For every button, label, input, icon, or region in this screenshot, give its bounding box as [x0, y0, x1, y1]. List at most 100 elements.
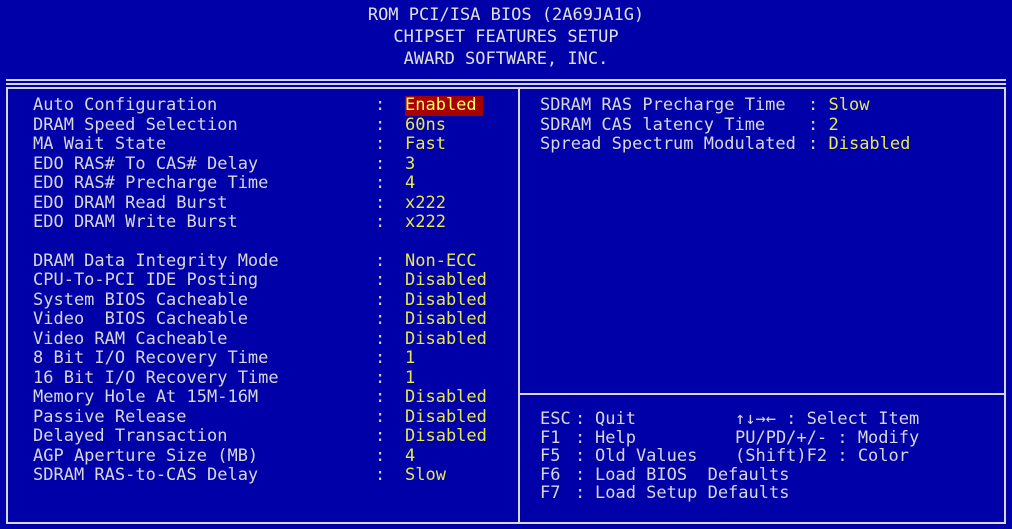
setting-separator: :	[808, 95, 829, 115]
setting-separator: :	[375, 406, 386, 427]
setting-value[interactable]: 60ns	[405, 115, 446, 136]
setting-row-video-bios-cacheable[interactable]: Video BIOS Cacheable: Disabled	[33, 309, 513, 330]
setting-separator: :	[375, 153, 386, 174]
setting-row-16-bit-i-o-recovery-time[interactable]: 16 Bit I/O Recovery Time:1	[33, 367, 513, 389]
setting-label: Video RAM Cacheable	[33, 328, 228, 349]
help-key: F7	[540, 483, 561, 503]
setting-row-sdram-ras-to-cas-delay[interactable]: SDRAM RAS-to-CAS Delay: Slow	[33, 465, 513, 486]
key-help-panel: ESC: Quit ↑↓→← : Select Item F1: Help PU/PD/+…	[540, 410, 1000, 503]
setting-label: 16 Bit I/O Recovery Time	[33, 367, 279, 388]
setting-row-edo-ras-precharge-time[interactable]: EDO RAS# Precharge Time:4	[33, 173, 513, 194]
setting-label: DRAM Speed Selection	[33, 114, 238, 135]
help-row-f7: F7: Load Setup Defaults	[540, 484, 1000, 503]
setting-label: Auto Configuration	[33, 95, 218, 115]
setting-row-8-bit-i-o-recovery-time[interactable]: 8 Bit I/O Recovery Time:1	[33, 348, 513, 369]
setting-label: Delayed Transaction	[33, 426, 228, 446]
setting-value[interactable]: 4	[405, 173, 415, 194]
setting-separator: :	[375, 445, 386, 466]
setting-label: 8 Bit I/O Recovery Time	[33, 348, 269, 368]
help-key: F6	[540, 464, 561, 485]
setting-value[interactable]: Disabled	[405, 309, 487, 330]
setting-separator: :	[375, 173, 386, 193]
setting-value[interactable]: 4	[405, 446, 415, 467]
setting-value[interactable]: x222	[405, 212, 446, 233]
setting-label: MA Wait State	[33, 134, 167, 154]
setting-row-sdram-cas-latency-time[interactable]: SDRAM CAS latency Time: 2	[540, 114, 1000, 136]
setting-separator: :	[375, 309, 386, 329]
help-key: F1	[540, 427, 561, 448]
setting-label: Passive Release	[33, 406, 187, 427]
setting-value[interactable]: Disabled	[405, 426, 487, 447]
vendor-name: AWARD SOFTWARE, INC.	[403, 49, 609, 69]
setting-label: System BIOS Cacheable	[33, 289, 248, 310]
setting-row-dram-data-integrity-mode[interactable]: DRAM Data Integrity Mode: Non-ECC	[33, 250, 513, 272]
setting-value[interactable]: Slow	[828, 95, 869, 116]
help-separator: :	[575, 427, 586, 448]
setting-value[interactable]: Disabled	[405, 270, 487, 291]
setting-label: AGP Aperture Size (MB)	[33, 445, 259, 466]
setting-row-delayed-transaction[interactable]: Delayed Transaction: Disabled	[33, 426, 513, 447]
setting-row-system-bios-cacheable[interactable]: System BIOS Cacheable: Disabled	[33, 289, 513, 311]
setting-row-edo-ras-to-cas-delay[interactable]: EDO RAS# To CAS# Delay:3	[33, 153, 513, 175]
setting-row-auto-configuration[interactable]: Auto Configuration: Enabled	[33, 95, 513, 116]
setting-value[interactable]: Disabled	[405, 407, 487, 428]
setting-row-sdram-ras-precharge-time[interactable]: SDRAM RAS Precharge Time: Slow	[540, 95, 1000, 116]
settings-group-misc: DRAM Data Integrity Mode: Non-ECC CPU-To-P…	[33, 250, 513, 486]
setting-row-passive-release[interactable]: Passive Release: Disabled	[33, 406, 513, 428]
setting-label: CPU-To-PCI IDE Posting	[33, 270, 259, 290]
help-shortcut-hint: PU/PD/+/- : Modify	[735, 427, 920, 448]
setting-row-memory-hole-at-15m-16m[interactable]: Memory Hole At 15M-16M: Disabled	[33, 387, 513, 408]
setting-separator: :	[375, 387, 386, 407]
setting-label: Spread Spectrum Modulated	[540, 134, 796, 154]
setting-value[interactable]: Non-ECC	[405, 251, 477, 272]
setting-row-agp-aperture-size-mb[interactable]: AGP Aperture Size (MB):4	[33, 445, 513, 467]
setting-separator: :	[375, 192, 386, 213]
setting-separator: :	[808, 114, 829, 135]
setting-label: SDRAM CAS latency Time	[540, 114, 766, 135]
bios-title: ROM PCI/ISA BIOS (2A69JA1G)	[367, 5, 645, 25]
setting-row-edo-dram-write-burst[interactable]: EDO DRAM Write Burst: x222	[33, 212, 513, 233]
help-description: Load Setup Defaults	[595, 483, 790, 503]
setting-value[interactable]: x222	[405, 193, 446, 214]
setting-separator: :	[375, 270, 386, 290]
header-divider	[6, 79, 1006, 81]
setting-separator: :	[375, 250, 386, 271]
setting-separator: :	[375, 348, 386, 368]
help-row-f5: F5: Old Values (Shift)F2 : Color	[540, 447, 1000, 466]
setting-value[interactable]: Disabled	[405, 290, 487, 311]
help-key: ESC	[540, 409, 571, 429]
setting-value[interactable]: Slow	[405, 465, 446, 486]
setting-value[interactable]: 1	[405, 348, 415, 369]
setting-separator: :	[375, 328, 386, 349]
setting-row-dram-speed-selection[interactable]: DRAM Speed Selection:60ns	[33, 114, 513, 136]
setting-label: EDO DRAM Write Burst	[33, 212, 238, 232]
help-key: F5	[540, 446, 561, 466]
setting-separator: :	[375, 367, 386, 388]
setting-row-ma-wait-state[interactable]: MA Wait State: Fast	[33, 134, 513, 155]
bios-screen: ROM PCI/ISA BIOS (2A69JA1G) CHIPSET FEAT…	[0, 0, 1012, 529]
setting-separator: :	[375, 134, 386, 154]
help-description: Load BIOS Defaults	[595, 464, 790, 485]
setting-value[interactable]: 1	[405, 368, 415, 389]
right-settings-column: SDRAM RAS Precharge Time: Slow SDRAM CAS …	[540, 95, 1000, 155]
setting-row-edo-dram-read-burst[interactable]: EDO DRAM Read Burst: x222	[33, 192, 513, 214]
setting-value[interactable]: Disabled	[405, 387, 487, 408]
header-divider-double	[6, 83, 1006, 85]
settings-group-dram: Auto Configuration: Enabled DRAM Speed Sel…	[33, 95, 513, 233]
setting-row-cpu-to-pci-ide-posting[interactable]: CPU-To-PCI IDE Posting: Disabled	[33, 270, 513, 291]
setting-value[interactable]: Disabled	[405, 329, 487, 350]
setting-value[interactable]: 3	[405, 154, 415, 175]
help-description: Help	[595, 427, 636, 448]
help-row-f6: F6: Load BIOS Defaults	[540, 464, 1000, 485]
setting-value[interactable]: Enabled	[405, 95, 483, 116]
setting-row-spread-spectrum-modulated[interactable]: Spread Spectrum Modulated: Disabled	[540, 134, 1000, 155]
help-separator: :	[575, 409, 586, 429]
setting-value[interactable]: Fast	[405, 134, 446, 155]
setting-value[interactable]: 2	[828, 115, 838, 136]
setting-value[interactable]: Disabled	[828, 134, 910, 155]
help-description: Old Values	[595, 446, 698, 466]
setting-row-video-ram-cacheable[interactable]: Video RAM Cacheable: Disabled	[33, 328, 513, 350]
setting-separator: :	[808, 134, 829, 154]
setting-label: Video BIOS Cacheable	[33, 309, 248, 329]
